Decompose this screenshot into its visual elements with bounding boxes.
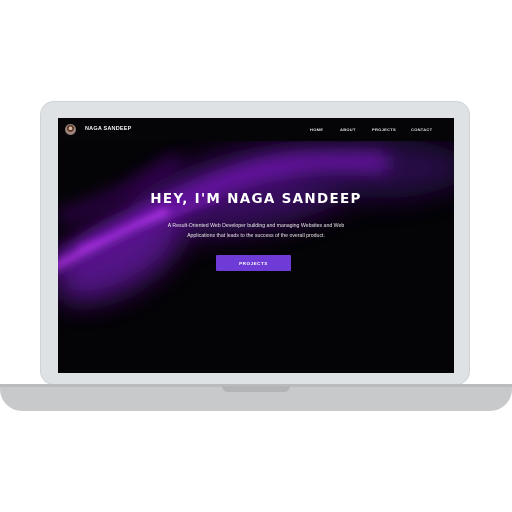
nav-link-about[interactable]: ABOUT xyxy=(340,127,356,132)
laptop-screen: NAGA SANDEEP HOME ABOUT PROJECTS CONTACT… xyxy=(58,118,454,373)
hero-background-glow xyxy=(58,138,454,302)
nav-link-contact[interactable]: CONTACT xyxy=(411,127,432,132)
hero-subtitle-line: A Result-Oriented Web Developer building… xyxy=(167,223,345,229)
laptop-mockup: NAGA SANDEEP HOME ABOUT PROJECTS CONTACT… xyxy=(0,0,512,512)
hero-subtitle: A Result-Oriented Web Developer building… xyxy=(153,222,359,241)
hero-title: HEY, I'M NAGA SANDEEP xyxy=(150,191,362,207)
brand-name[interactable]: NAGA SANDEEP xyxy=(85,126,132,132)
laptop-notch xyxy=(222,386,290,392)
nav-link-projects[interactable]: PROJECTS xyxy=(372,127,396,132)
navbar: NAGA SANDEEP HOME ABOUT PROJECTS CONTACT xyxy=(58,118,454,141)
projects-button[interactable]: PROJECTS xyxy=(216,255,291,271)
hero-subtitle-line: Applications that leads to the success o… xyxy=(187,232,325,239)
nav-link-home[interactable]: HOME xyxy=(310,127,323,132)
profile-avatar-icon[interactable] xyxy=(65,124,76,135)
